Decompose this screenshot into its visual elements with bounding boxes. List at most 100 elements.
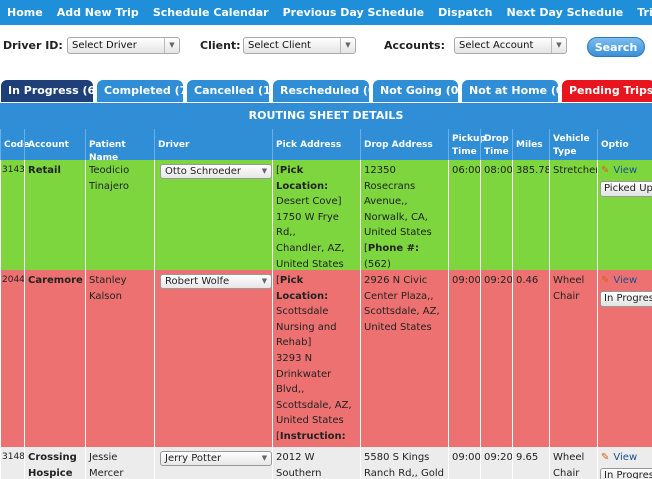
nav-link-dispatch[interactable]: Dispatch: [431, 6, 499, 19]
pick-address: Desert Cove] 1750 W Frye Rd,, Chandler, AZ…: [276, 196, 345, 270]
view-label: View: [613, 452, 638, 463]
pencil-icon: ✎: [601, 452, 610, 463]
search-button[interactable]: Search: [587, 37, 645, 57]
accounts-filter-label: Accounts:: [384, 39, 445, 52]
pickup-time: 06:00: [452, 165, 480, 176]
trip-status-select[interactable]: In Progres: [600, 468, 652, 479]
vehicle-type: Stretcher: [553, 165, 597, 176]
table-cell: ✎ View In Progres: [597, 270, 652, 447]
nav-link-next-day-schedule[interactable]: Next Day Schedule: [500, 6, 631, 19]
tab-5[interactable]: Not at Home (0): [461, 79, 559, 103]
drop-address: 5580 S Kings Ranch Rd,, Gold: [364, 452, 445, 479]
account-name: Caremore: [28, 275, 83, 286]
app-root: Home Add New Trip Schedule Calendar Previou…: [0, 0, 652, 479]
nav-link-add-new-trip[interactable]: Add New Trip: [50, 6, 146, 19]
nav-link-trip-requests[interactable]: Trip Requests: [630, 6, 652, 19]
filter-bar: Driver ID: Select Driver ▼ Client: Select…: [0, 25, 652, 69]
chevron-down-icon: ▼: [261, 167, 268, 175]
pencil-icon: ✎: [601, 275, 610, 286]
accounts-select-value: Select Account: [459, 40, 534, 51]
driver-select[interactable]: Jerry Potter ▼: [160, 451, 272, 466]
chevron-down-icon: ▼: [261, 454, 268, 462]
column-header-2: Patient Name: [85, 129, 154, 163]
trip-code: 3148: [2, 452, 24, 462]
pick-location-label: Pick Location:: [276, 165, 329, 192]
trip-code: 3143: [2, 165, 24, 175]
trip-code: 2044: [2, 275, 24, 285]
instruction-label: Instruction:: [279, 430, 346, 442]
pickup-time: 09:00: [452, 452, 480, 463]
trip-status-select[interactable]: Picked Up: [600, 181, 652, 197]
table-cell: 3148: [0, 447, 24, 479]
view-link[interactable]: ✎ View: [601, 450, 637, 466]
vehicle-type: Wheel Chair: [553, 452, 585, 479]
table-cell: [Pick Location: Scottsdale Nursing and Reha…: [272, 270, 360, 447]
tab-2[interactable]: Cancelled (1): [186, 79, 270, 103]
pick-address: 2012 W SouthernAve,, Apache: [276, 452, 322, 479]
column-header-10: Optio: [597, 129, 652, 160]
driver-select[interactable]: Robert Wolfe ▼: [160, 274, 272, 289]
account-name: Retail: [28, 165, 61, 176]
table-cell: Retail: [24, 160, 85, 270]
column-header-5: Drop Address: [360, 129, 448, 160]
table-cell: 09:00: [448, 270, 480, 447]
table-cell: 09:20: [480, 270, 512, 447]
view-link[interactable]: ✎ View: [601, 273, 637, 289]
column-header-6: Pickup Time: [448, 129, 486, 160]
tab-3[interactable]: Rescheduled (0): [272, 79, 370, 103]
chevron-down-icon: ▼: [551, 38, 566, 53]
table-row: 3143 Retail Teodicio Tinajero Otto Schroede…: [0, 160, 652, 270]
tab-6[interactable]: Pending Trips (3: [561, 79, 652, 103]
pick-location-label: Pick Location:: [276, 275, 329, 302]
table-cell: 385.78: [512, 160, 549, 270]
driver-select-value: Jerry Potter: [165, 453, 222, 464]
table-cell: Otto Schroeder ▼: [154, 160, 272, 270]
view-link[interactable]: ✎ View: [601, 163, 637, 179]
table-cell: 2926 N Civic Center Plaza,, Scottsdale, AZ…: [360, 270, 448, 447]
table-cell: Teodicio Tinajero: [85, 160, 154, 270]
miles: 385.78: [516, 165, 549, 176]
table-cell: Wheel Chair: [549, 447, 597, 479]
account-name: Crossing Hospice: [28, 452, 77, 479]
table-row: 2044 Caremore Stanley Kalson Robert Wolfe ▼ […: [0, 270, 652, 447]
drop-time: 09:20: [484, 452, 512, 463]
tab-1[interactable]: Completed (7): [96, 79, 184, 103]
accounts-select[interactable]: Select Account ▼: [454, 37, 567, 54]
table-cell: 12350 Rosecrans Avenue,, Norwalk, CA, Unit…: [360, 160, 448, 270]
client-filter-label: Client:: [200, 39, 241, 52]
table-cell: 2044: [0, 270, 24, 447]
table-cell: Crossing Hospice: [24, 447, 85, 479]
drop-address: 12350 Rosecrans Avenue,, Norwalk, CA, Unit…: [364, 165, 432, 239]
table-cell: [Pick Location: Desert Cove] 1750 W Frye R…: [272, 160, 360, 270]
nav-link-previous-day-schedule[interactable]: Previous Day Schedule: [276, 6, 432, 19]
column-header-1: Account: [24, 129, 85, 160]
driver-select-value: Otto Schroeder: [165, 166, 241, 177]
trip-status-select[interactable]: In Progres: [600, 291, 652, 307]
table-cell: Stretcher: [549, 160, 597, 270]
driver-select-value: Robert Wolfe: [165, 276, 230, 287]
driver-select[interactable]: Select Driver ▼: [67, 37, 180, 54]
chevron-down-icon: ▼: [261, 277, 268, 285]
view-label: View: [613, 165, 638, 176]
table-cell: Caremore: [24, 270, 85, 447]
chevron-down-icon: ▼: [340, 38, 355, 53]
table-cell: 09:00: [448, 447, 480, 479]
top-nav: Home Add New Trip Schedule Calendar Previou…: [0, 0, 652, 25]
table-cell: 5580 S Kings Ranch Rd,, Gold: [360, 447, 448, 479]
column-header-3: Driver: [154, 129, 272, 160]
table-cell: Wheel Chair: [549, 270, 597, 447]
nav-link-home[interactable]: Home: [0, 6, 50, 19]
client-select[interactable]: Select Client ▼: [243, 37, 356, 54]
drop-time: 09:20: [484, 275, 512, 286]
drop-time: 08:00: [484, 165, 512, 176]
pick-address: Scottsdale Nursing and Rehab] 3293 N Drinkwa…: [276, 306, 352, 427]
nav-link-schedule-calendar[interactable]: Schedule Calendar: [146, 6, 276, 19]
table-cell: ✎ View Picked Up: [597, 160, 652, 270]
table-cell: 0.46: [512, 270, 549, 447]
tab-0[interactable]: In Progress (6): [0, 79, 94, 103]
tab-4[interactable]: Not Going (0): [372, 79, 459, 103]
column-header-4: Pick Address: [272, 129, 360, 160]
status-tabs: In Progress (6) Completed (7) Cancelled (1…: [0, 69, 652, 103]
column-header-9: Vehicle Type: [549, 129, 597, 160]
driver-select[interactable]: Otto Schroeder ▼: [160, 164, 272, 179]
